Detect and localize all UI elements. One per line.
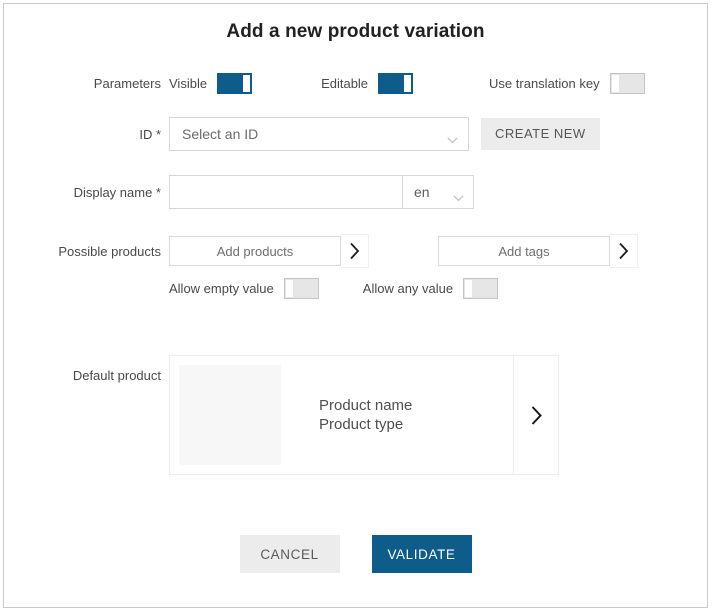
display-name-input[interactable] <box>169 175 402 209</box>
toggle-knob <box>404 75 412 92</box>
allow-empty-value-toggle[interactable] <box>283 278 319 299</box>
add-product-variation-dialog: Add a new product variation Parameters V… <box>3 3 708 608</box>
display-name-row: Display name * en <box>4 175 707 209</box>
chevron-right-icon <box>619 242 629 260</box>
toggle-knob <box>611 75 619 92</box>
id-label: ID * <box>139 126 161 142</box>
default-product-main: Product name Product type <box>170 356 513 474</box>
allow-any-value-group: Allow any value <box>362 278 499 299</box>
visible-toggle-group: Visible <box>169 73 253 94</box>
parameters-label: Parameters <box>93 76 161 91</box>
chevron-right-icon <box>531 405 542 425</box>
product-thumbnail-placeholder <box>179 365 281 465</box>
allow-any-value-toggle[interactable] <box>463 278 499 299</box>
default-product-row: Default product Product name Product typ… <box>4 355 707 475</box>
allow-options-row: Allow empty value Allow any value <box>4 278 707 299</box>
display-name-label: Display name * <box>73 184 161 200</box>
allow-empty-value-label: Allow empty value <box>169 281 274 296</box>
visible-label: Visible <box>169 76 208 91</box>
validate-button[interactable]: VALIDATE <box>371 535 472 573</box>
add-products-expand-button[interactable] <box>341 234 369 268</box>
chevron-down-icon <box>447 131 458 143</box>
parameters-row: Parameters Visible Editable Use translat… <box>4 73 707 94</box>
default-product-expand-button[interactable] <box>513 356 558 474</box>
id-row: ID * Select an ID CREATE NEW <box>4 117 707 151</box>
dialog-footer: CANCEL VALIDATE <box>4 535 707 573</box>
add-tags-group: Add tags <box>438 234 638 268</box>
product-name: Product name <box>319 397 413 414</box>
default-product-info: Product name Product type <box>319 396 412 434</box>
add-products-button[interactable]: Add products <box>169 236 341 266</box>
language-select-value: en <box>414 184 430 200</box>
product-type: Product type <box>319 416 404 433</box>
toggle-knob <box>285 280 293 297</box>
chevron-right-icon <box>350 242 360 260</box>
allow-any-value-label: Allow any value <box>362 281 454 296</box>
language-select[interactable]: en <box>402 175 474 209</box>
id-select-value: Select an ID <box>182 126 259 142</box>
add-tags-expand-button[interactable] <box>610 234 638 268</box>
visible-toggle[interactable] <box>217 73 253 94</box>
possible-products-label: Possible products <box>58 243 161 259</box>
toggle-knob <box>243 75 251 92</box>
editable-toggle-group: Editable <box>321 73 414 94</box>
editable-label: Editable <box>321 76 369 91</box>
editable-toggle[interactable] <box>378 73 414 94</box>
use-translation-key-label: Use translation key <box>489 76 600 91</box>
use-translation-key-toggle-group: Use translation key <box>489 73 645 94</box>
id-select[interactable]: Select an ID <box>169 117 469 151</box>
chevron-down-icon <box>453 189 464 201</box>
default-product-label: Default product <box>72 368 161 383</box>
dialog-title: Add a new product variation <box>226 21 485 42</box>
create-new-button[interactable]: CREATE NEW <box>481 118 600 150</box>
toggle-knob <box>465 280 473 297</box>
possible-products-row: Possible products Add products Add tags <box>4 234 707 268</box>
cancel-button[interactable]: CANCEL <box>239 535 340 573</box>
default-product-card[interactable]: Product name Product type <box>169 355 559 475</box>
add-tags-button[interactable]: Add tags <box>438 236 610 266</box>
allow-empty-value-group: Allow empty value <box>169 278 319 299</box>
use-translation-key-toggle[interactable] <box>609 73 645 94</box>
